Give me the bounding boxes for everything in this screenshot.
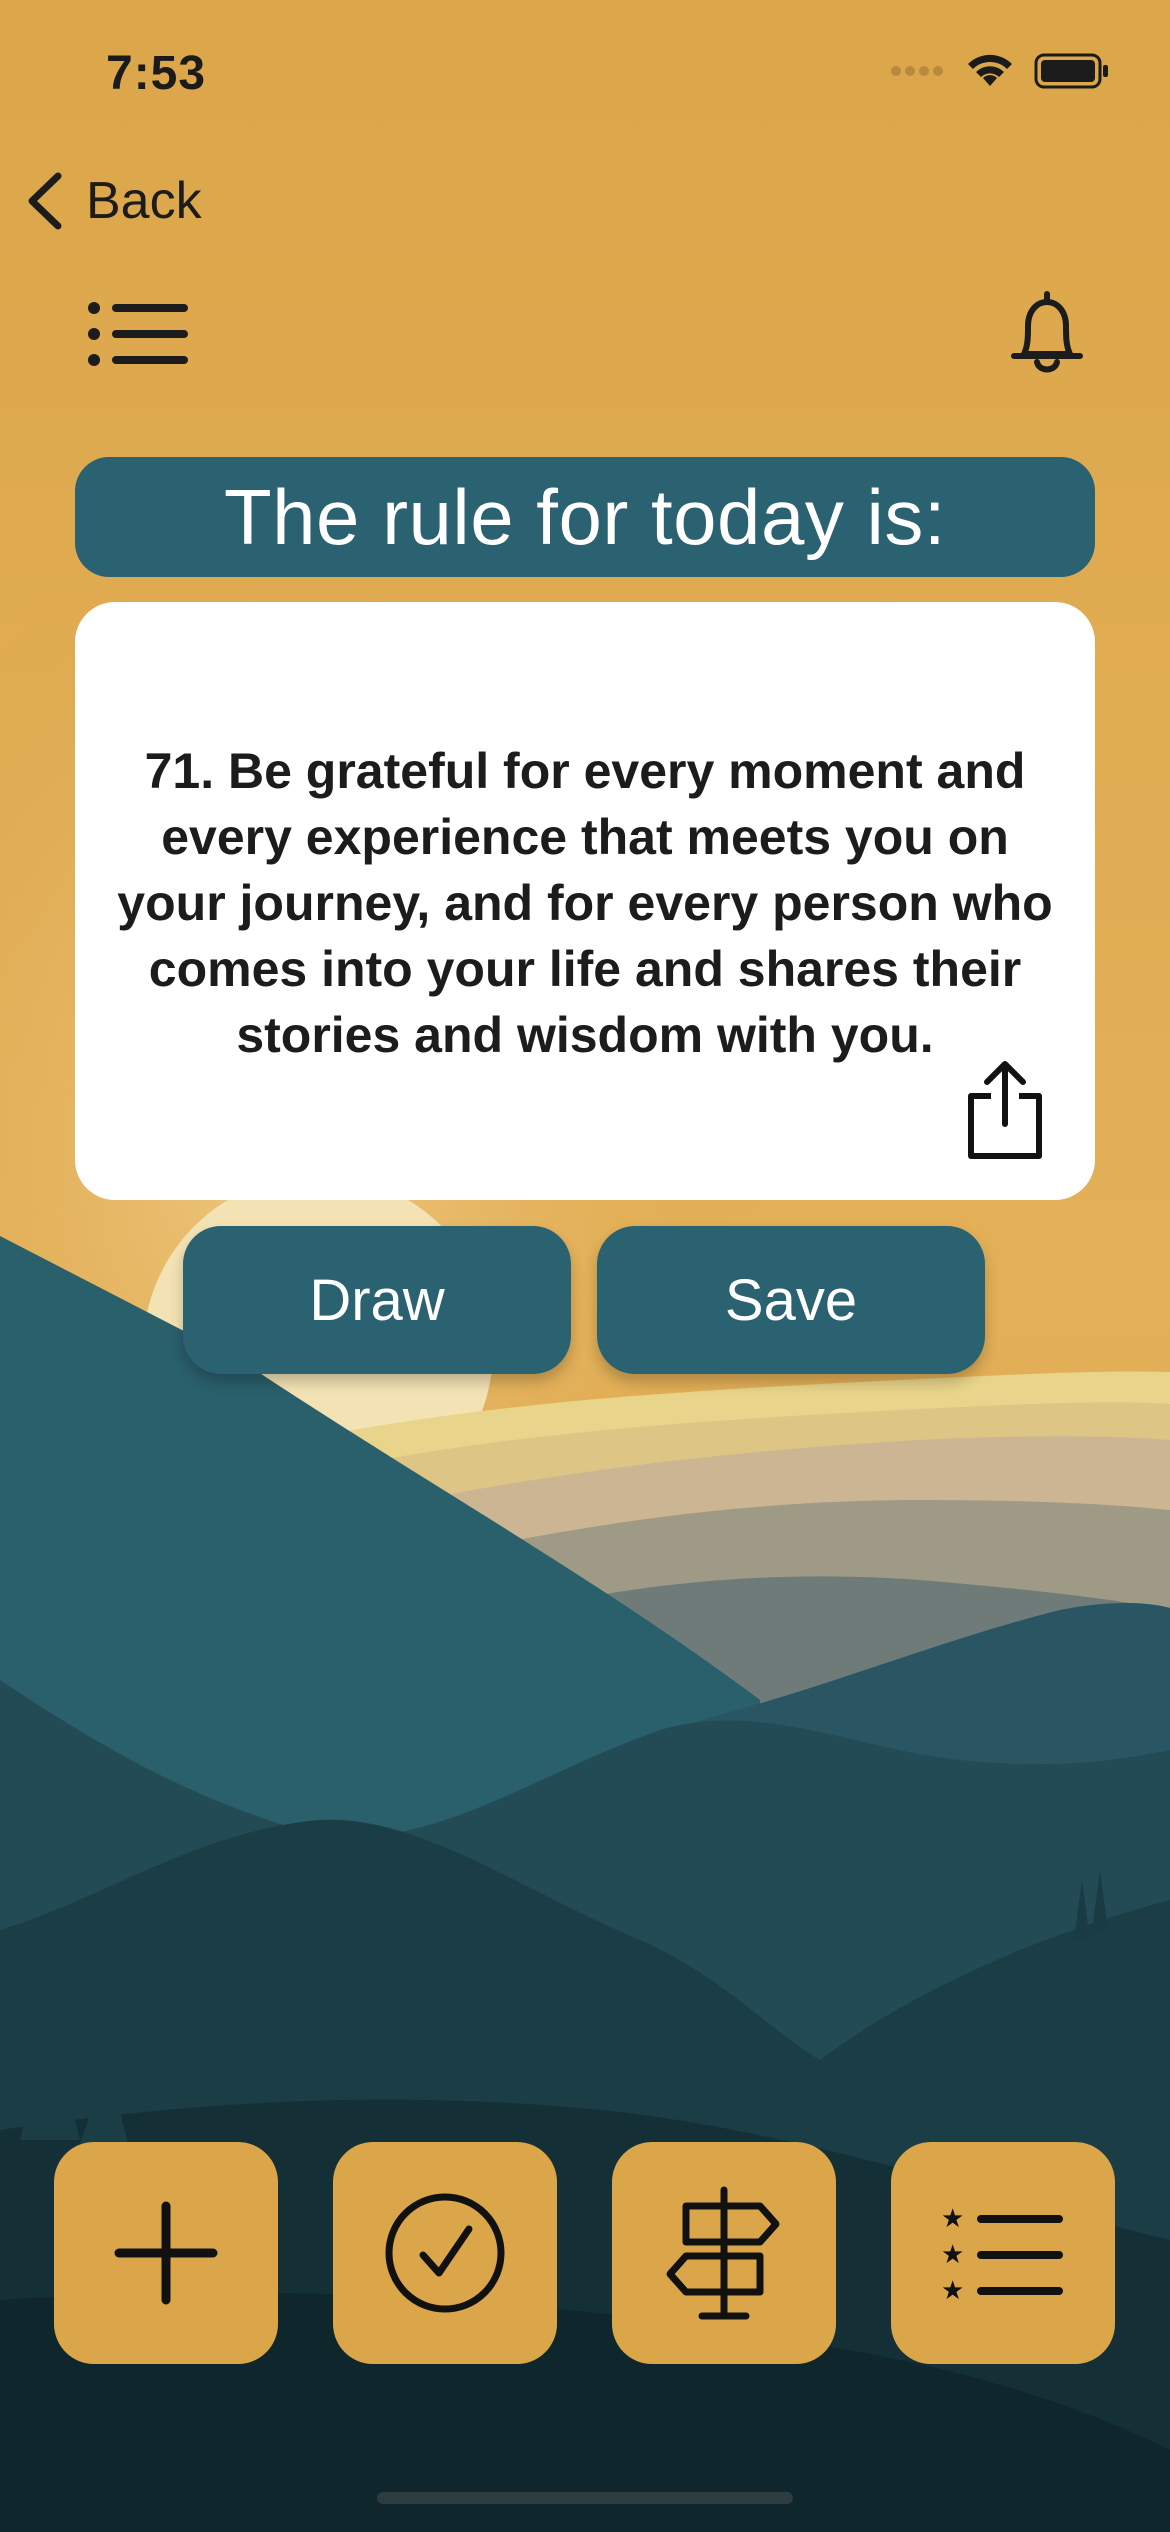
page-title: The rule for today is: [75,457,1095,577]
status-icons [890,52,1110,90]
chevron-left-icon [28,172,62,230]
share-button[interactable] [961,1058,1049,1162]
back-label: Back [86,172,202,230]
rules-list-button[interactable]: ★ ★ ★ [891,2142,1115,2364]
share-icon [968,1061,1042,1159]
home-indicator [377,2492,793,2504]
notifications-button[interactable] [1006,288,1088,378]
save-button[interactable]: Save [597,1226,985,1374]
back-button[interactable]: Back [24,170,202,232]
battery-icon [1034,53,1108,89]
bell-icon [1011,291,1083,373]
svg-text:★: ★ [941,2276,964,2303]
directions-button[interactable] [612,2142,836,2364]
rule-card: 71. Be grateful for every moment and eve… [75,602,1095,1200]
signpost-icon [666,2186,780,2320]
draw-button[interactable]: Draw [183,1226,571,1374]
menu-button[interactable] [86,300,206,370]
starred-list-icon: ★ ★ ★ [941,2204,1063,2303]
add-button[interactable] [54,2142,278,2364]
svg-text:★: ★ [941,2240,964,2270]
checkmark-circle-icon [385,2193,505,2313]
wifi-icon [968,54,1012,86]
completed-button[interactable] [333,2142,557,2364]
svg-text:★: ★ [941,2204,964,2234]
rule-text: 71. Be grateful for every moment and eve… [117,743,1053,1063]
cellular-signal-icon [891,66,943,76]
status-time: 7:53 [106,47,207,100]
plus-icon [114,2201,218,2305]
list-icon [88,302,188,366]
